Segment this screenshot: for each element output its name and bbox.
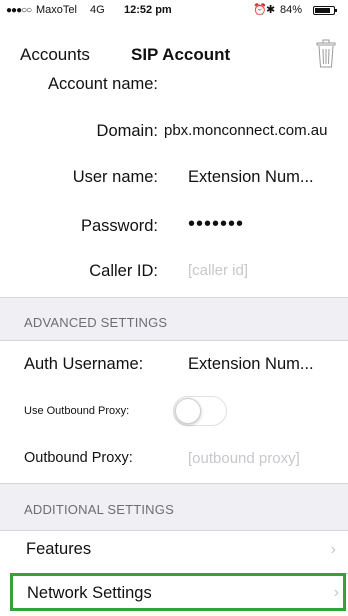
username-value[interactable]: Extension Num... bbox=[188, 168, 314, 187]
advanced-settings-title: ADVANCED SETTINGS bbox=[24, 315, 168, 330]
signal-strength-icon: ●●●○○ bbox=[6, 5, 32, 16]
battery-percentage: 84% bbox=[280, 4, 303, 16]
username-label: User name: bbox=[72, 168, 158, 186]
status-time: 12:52 pm bbox=[124, 4, 172, 16]
auth-username-label: Auth Username: bbox=[24, 355, 144, 373]
alarm-icon: ⏰ bbox=[253, 4, 267, 16]
domain-value[interactable]: pbx.monconnect.com.au bbox=[164, 122, 327, 139]
caller-id-input[interactable]: [caller id] bbox=[188, 262, 248, 279]
use-outbound-proxy-label: Use Outbound Proxy: bbox=[24, 405, 130, 417]
battery-icon bbox=[313, 6, 335, 15]
domain-row[interactable]: Domain: pbx.monconnect.com.au bbox=[0, 104, 348, 160]
outbound-proxy-input[interactable]: [outbound proxy] bbox=[188, 450, 300, 467]
toggle-knob bbox=[175, 398, 201, 424]
caller-id-label: Caller ID: bbox=[89, 262, 158, 280]
account-name-label: Account name: bbox=[47, 75, 158, 93]
auth-username-value[interactable]: Extension Num... bbox=[188, 355, 314, 374]
outbound-proxy-label: Outbound Proxy: bbox=[24, 450, 133, 466]
trash-icon[interactable] bbox=[316, 39, 336, 69]
password-label: Password: bbox=[80, 217, 158, 235]
chevron-right-icon: › bbox=[330, 541, 336, 558]
battery-tip bbox=[335, 9, 337, 12]
auth-username-row[interactable]: Auth Username: Extension Num... bbox=[0, 341, 348, 387]
additional-settings-title: ADDITIONAL SETTINGS bbox=[24, 502, 174, 517]
page-title: SIP Account bbox=[131, 45, 231, 64]
navigation-bar: Accounts SIP Account bbox=[0, 20, 348, 70]
additional-settings-header: ADDITIONAL SETTINGS bbox=[0, 483, 348, 531]
features-label: Features bbox=[26, 540, 92, 558]
back-button[interactable]: Accounts bbox=[20, 45, 90, 65]
password-row[interactable]: Password: ••••••• bbox=[0, 200, 348, 254]
domain-label: Domain: bbox=[96, 122, 158, 140]
battery-fill bbox=[315, 8, 330, 13]
advanced-settings-header: ADVANCED SETTINGS bbox=[0, 297, 348, 341]
features-row[interactable]: Features › bbox=[0, 531, 348, 573]
chevron-right-icon: › bbox=[333, 584, 339, 601]
carrier-name: MaxoTel bbox=[36, 4, 77, 16]
password-value[interactable]: ••••••• bbox=[188, 213, 244, 236]
account-name-row[interactable]: Account name: bbox=[0, 70, 348, 104]
bluetooth-icon: ✱ bbox=[266, 4, 276, 16]
outbound-proxy-row[interactable]: Outbound Proxy: [outbound proxy] bbox=[0, 435, 348, 483]
status-bar: ●●●○○ MaxoTel 4G 12:52 pm ⏰ ✱ 84% bbox=[0, 0, 348, 20]
network-type: 4G bbox=[90, 4, 105, 16]
network-settings-row[interactable]: Network Settings › bbox=[10, 573, 346, 611]
use-outbound-proxy-row: Use Outbound Proxy: bbox=[0, 387, 348, 435]
outbound-proxy-toggle[interactable] bbox=[173, 396, 227, 426]
caller-id-row[interactable]: Caller ID: [caller id] bbox=[0, 254, 348, 298]
network-settings-label: Network Settings bbox=[27, 584, 152, 602]
